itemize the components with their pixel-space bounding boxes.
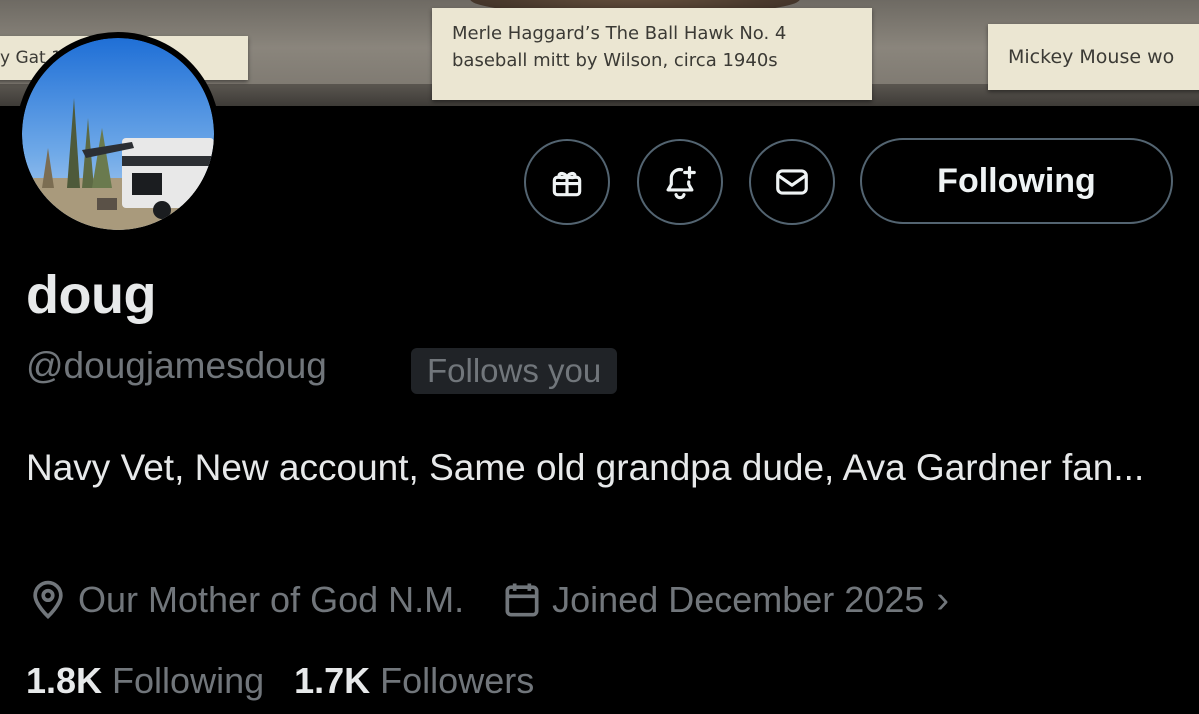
following-label: Following xyxy=(112,660,265,701)
joined-item[interactable]: Joined December 2025 › xyxy=(500,578,949,622)
message-button[interactable] xyxy=(749,139,835,225)
location-text: Our Mother of God N.M. xyxy=(78,579,465,620)
location-pin-icon xyxy=(33,580,63,620)
display-name: doug xyxy=(26,265,156,325)
bell-plus-icon xyxy=(666,166,696,200)
user-handle: @dougjamesdoug xyxy=(26,345,327,386)
followers-count: 1.7K xyxy=(294,660,371,701)
gift-icon xyxy=(552,171,582,197)
chevron-right-icon[interactable]: › xyxy=(936,579,949,622)
banner-plaque-right-text: Mickey Mouse wo xyxy=(1008,46,1175,68)
profile-bio: Navy Vet, New account, Same old grandpa … xyxy=(26,447,1145,488)
joined-text: Joined December 2025 xyxy=(552,579,925,620)
following-stat[interactable]: 1.8K Following xyxy=(26,660,264,702)
banner-plaque-right: Mickey Mouse wo xyxy=(988,24,1199,90)
following-count: 1.8K xyxy=(26,660,103,701)
location-item: Our Mother of God N.M. xyxy=(26,578,464,622)
banner-plaque-center-line2: baseball mitt by Wilson, circa 1940s xyxy=(452,50,778,71)
follows-you-badge: Follows you xyxy=(411,348,618,394)
following-button[interactable]: Following xyxy=(860,138,1173,224)
banner-plaque-center: Merle Haggard’s The Ball Hawk No. 4 base… xyxy=(432,8,872,100)
notify-button[interactable] xyxy=(637,139,723,225)
avatar[interactable] xyxy=(16,32,220,236)
banner-plaque-center-line1: Merle Haggard’s The Ball Hawk No. 4 xyxy=(452,23,787,44)
followers-label: Followers xyxy=(380,660,535,701)
avatar-photo xyxy=(22,38,214,230)
envelope-icon xyxy=(776,169,808,195)
gift-button[interactable] xyxy=(524,139,610,225)
calendar-icon xyxy=(505,583,539,617)
profile-meta: Our Mother of God N.M. Joined December 2… xyxy=(26,575,949,625)
followers-stat[interactable]: 1.7K Followers xyxy=(294,660,534,702)
follow-stats: 1.8K Following 1.7K Followers xyxy=(26,655,534,707)
